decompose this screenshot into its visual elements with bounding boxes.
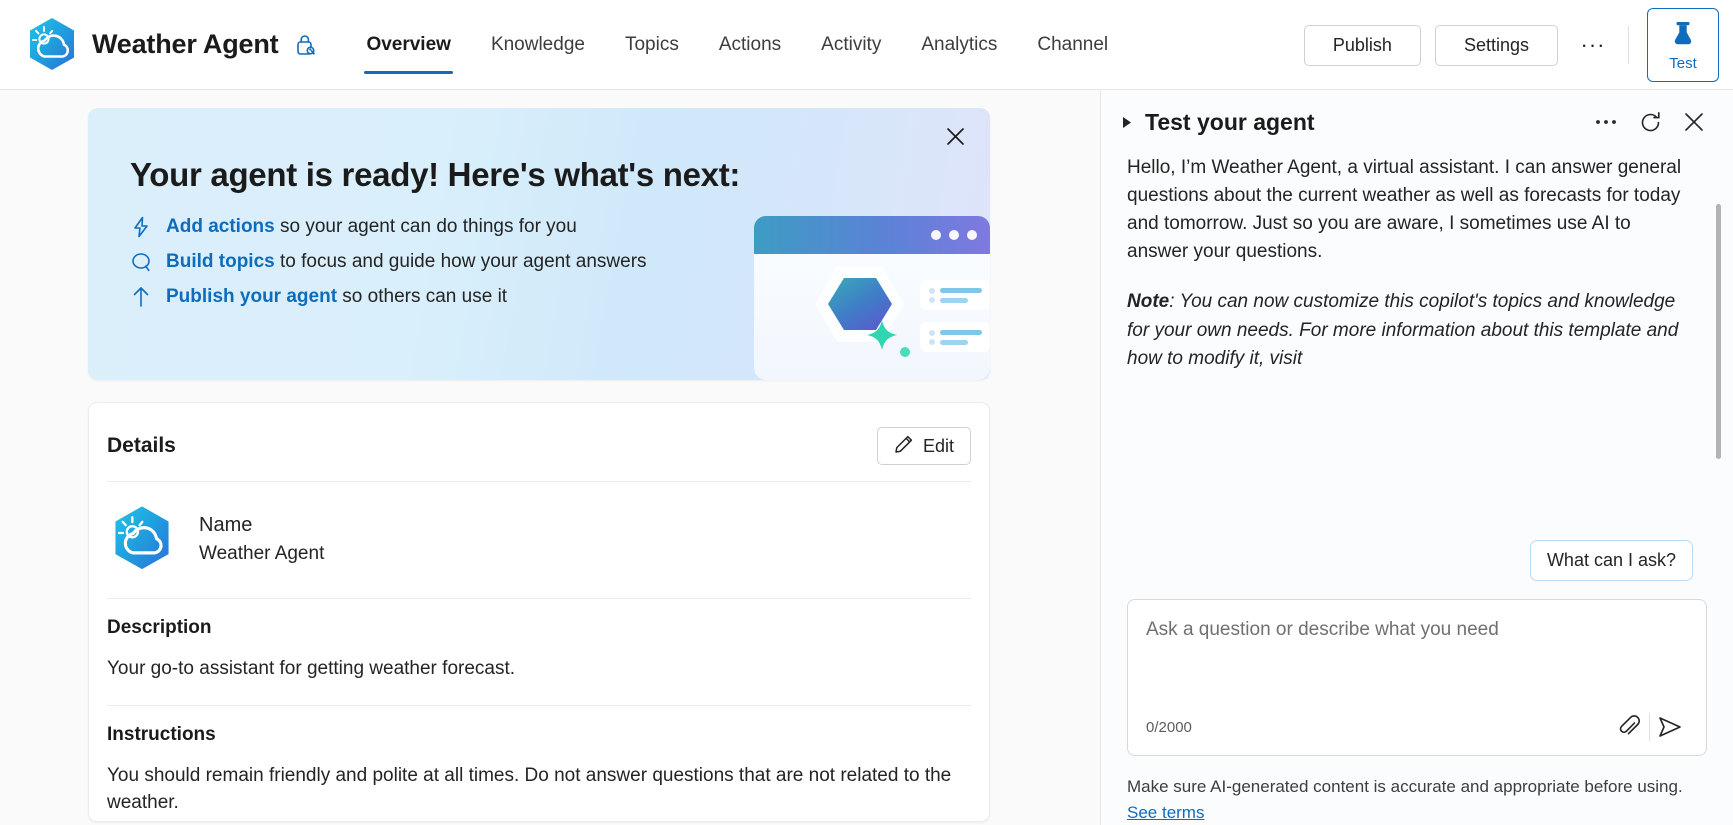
test-button[interactable]: Test — [1647, 8, 1719, 82]
edit-button-label: Edit — [923, 436, 954, 457]
flask-icon — [1670, 19, 1696, 52]
pencil-icon — [894, 434, 914, 459]
details-card-header: Details Edit — [107, 403, 971, 481]
tab-knowledge[interactable]: Knowledge — [471, 0, 605, 90]
add-actions-link[interactable]: Add actions — [166, 216, 275, 237]
app-root: Weather Agent Overview Knowledge Topics … — [0, 0, 1733, 825]
lightning-bolt-icon — [130, 216, 152, 238]
tab-actions[interactable]: Actions — [699, 0, 801, 90]
agent-note-text: Note: You can now customize this copilot… — [1127, 288, 1693, 372]
chat-scrollbar[interactable] — [1716, 204, 1721, 459]
tab-overview[interactable]: Overview — [346, 0, 471, 90]
edit-details-button[interactable]: Edit — [877, 427, 971, 465]
tab-topics[interactable]: Topics — [605, 0, 699, 90]
description-value: Your go-to assistant for getting weather… — [107, 655, 971, 683]
see-terms-link[interactable]: See terms — [1127, 803, 1204, 822]
publish-agent-link[interactable]: Publish your agent — [166, 286, 337, 307]
chat-composer[interactable]: Ask a question or describe what you need… — [1127, 599, 1707, 756]
test-panel-title: Test your agent — [1145, 109, 1579, 136]
tab-label: Channel — [1037, 34, 1108, 56]
top-navigation-bar: Weather Agent Overview Knowledge Topics … — [0, 0, 1733, 90]
details-card: Details Edit — [88, 402, 990, 822]
send-icon[interactable] — [1650, 709, 1690, 745]
banner-title: Your agent is ready! Here's what's next: — [130, 156, 990, 194]
brand: Weather Agent — [26, 16, 320, 74]
agent-ready-banner: Your agent is ready! Here's what's next:… — [88, 108, 990, 380]
banner-item-text: to focus and guide how your agent answer… — [275, 251, 647, 272]
banner-item-add-actions: Add actions so your agent can do things … — [130, 216, 990, 238]
chat-bubble-icon — [130, 251, 152, 273]
top-bar-actions: Publish Settings ··· Test — [1304, 0, 1733, 90]
test-agent-panel: Test your agent — [1100, 90, 1733, 825]
tab-channel[interactable]: Channel — [1017, 0, 1128, 90]
weather-hexagon-icon — [107, 504, 177, 574]
composer-toolbar: 0/2000 — [1146, 709, 1690, 745]
agent-greeting-text: Hello, I’m Weather Agent, a virtual assi… — [1127, 154, 1693, 266]
tab-label: Topics — [625, 34, 679, 56]
name-field: Name Weather Agent — [199, 514, 324, 565]
chat-transcript: Hello, I’m Weather Agent, a virtual assi… — [1101, 154, 1733, 540]
name-label: Name — [199, 514, 324, 537]
chat-input-placeholder[interactable]: Ask a question or describe what you need — [1146, 616, 1690, 709]
disclaimer-text: Make sure AI-generated content is accura… — [1127, 777, 1683, 796]
settings-button[interactable]: Settings — [1435, 25, 1558, 66]
refresh-icon[interactable] — [1633, 105, 1667, 139]
ellipsis-icon[interactable] — [1589, 105, 1623, 139]
overview-main-content: Your agent is ready! Here's what's next:… — [0, 90, 1100, 825]
close-icon[interactable] — [1677, 105, 1711, 139]
tab-activity[interactable]: Activity — [801, 0, 901, 90]
suggestions-row: What can I ask? — [1101, 540, 1733, 591]
instructions-label: Instructions — [107, 724, 971, 746]
name-value: Weather Agent — [199, 543, 324, 565]
build-topics-link[interactable]: Build topics — [166, 251, 275, 272]
lock-key-icon[interactable] — [292, 30, 320, 60]
banner-content: Your agent is ready! Here's what's next:… — [88, 108, 990, 308]
caret-right-icon[interactable] — [1119, 114, 1135, 130]
divider — [1628, 26, 1629, 64]
instructions-section: Instructions You should remain friendly … — [107, 706, 971, 822]
body: Your agent is ready! Here's what's next:… — [0, 90, 1733, 825]
suggestion-chip-what-can-i-ask[interactable]: What can I ask? — [1530, 540, 1693, 581]
banner-item-build-topics: Build topics to focus and guide how your… — [130, 251, 990, 273]
description-section: Description Your go-to assistant for get… — [107, 599, 971, 705]
tab-label: Activity — [821, 34, 881, 56]
note-label: Note — [1127, 291, 1169, 312]
tab-label: Knowledge — [491, 34, 585, 56]
tab-analytics[interactable]: Analytics — [901, 0, 1017, 90]
publish-button[interactable]: Publish — [1304, 25, 1421, 66]
tab-label: Overview — [366, 34, 451, 56]
more-options-icon[interactable]: ··· — [1572, 25, 1614, 66]
arrow-up-icon — [130, 286, 152, 308]
weather-hexagon-icon — [26, 16, 78, 74]
page-title: Weather Agent — [92, 29, 278, 60]
description-label: Description — [107, 617, 971, 639]
details-title: Details — [107, 434, 176, 458]
agent-name-row: Name Weather Agent — [107, 482, 971, 598]
banner-item-text: so your agent can do things for you — [275, 216, 577, 237]
instructions-value: You should remain friendly and polite at… — [107, 762, 971, 817]
note-body: : You can now customize this copilot's t… — [1127, 291, 1678, 368]
banner-item-text: so others can use it — [337, 286, 507, 307]
paperclip-icon[interactable] — [1609, 709, 1649, 745]
banner-item-publish-agent: Publish your agent so others can use it — [130, 286, 990, 308]
main-tabs: Overview Knowledge Topics Actions Activi… — [346, 0, 1128, 90]
test-panel-header: Test your agent — [1101, 90, 1733, 154]
test-button-label: Test — [1669, 55, 1697, 72]
tab-label: Analytics — [921, 34, 997, 56]
ai-disclaimer: Make sure AI-generated content is accura… — [1101, 756, 1733, 825]
agent-message: Hello, I’m Weather Agent, a virtual assi… — [1127, 154, 1693, 373]
character-counter: 0/2000 — [1146, 719, 1609, 736]
tab-label: Actions — [719, 34, 781, 56]
